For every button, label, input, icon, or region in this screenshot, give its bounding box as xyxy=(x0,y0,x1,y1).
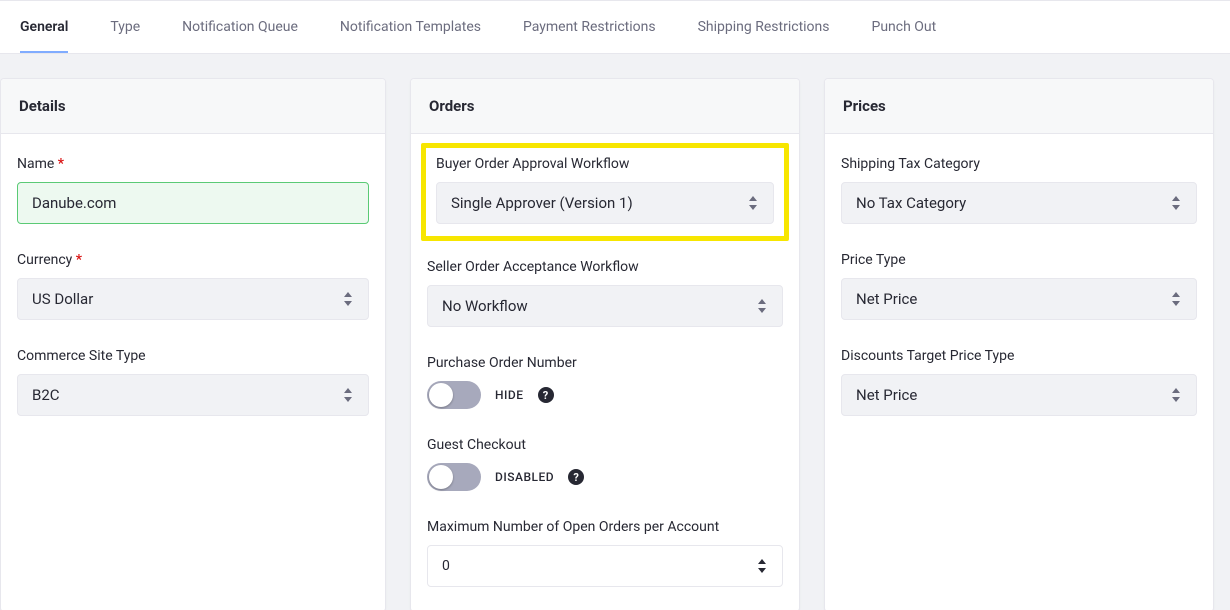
currency-value: US Dollar xyxy=(32,290,93,308)
seller-workflow-select[interactable]: No Workflow xyxy=(427,285,783,327)
po-number-toggle[interactable] xyxy=(427,381,481,409)
seller-workflow-label: Seller Order Acceptance Workflow xyxy=(427,259,783,275)
po-number-label: Purchase Order Number xyxy=(427,355,783,371)
price-type-label: Price Type xyxy=(841,252,1197,268)
name-label: Name xyxy=(17,156,369,172)
max-open-orders-value: 0 xyxy=(442,558,450,574)
buyer-workflow-value: Single Approver (Version 1) xyxy=(451,194,633,212)
tab-notification-queue[interactable]: Notification Queue xyxy=(182,1,298,53)
guest-checkout-toggle[interactable] xyxy=(427,463,481,491)
max-open-orders-stepper[interactable]: 0 xyxy=(427,545,783,587)
select-arrows-icon xyxy=(344,388,354,402)
tab-punch-out[interactable]: Punch Out xyxy=(872,1,937,53)
buyer-workflow-label: Buyer Order Approval Workflow xyxy=(436,156,774,172)
shipping-tax-select[interactable]: No Tax Category xyxy=(841,182,1197,224)
prices-panel: Prices Shipping Tax Category No Tax Cate… xyxy=(824,78,1214,610)
stepper-arrows-icon xyxy=(758,559,768,573)
orders-panel: Orders Buyer Order Approval Workflow Sin… xyxy=(410,78,800,610)
name-value: Danube.com xyxy=(32,194,116,212)
price-type-value: Net Price xyxy=(856,290,917,308)
buyer-workflow-highlight: Buyer Order Approval Workflow Single App… xyxy=(421,143,789,241)
tab-type[interactable]: Type xyxy=(110,1,140,53)
tab-payment-restrictions[interactable]: Payment Restrictions xyxy=(523,1,656,53)
tab-bar: General Type Notification Queue Notifica… xyxy=(0,0,1230,54)
tab-notification-templates[interactable]: Notification Templates xyxy=(340,1,481,53)
price-type-select[interactable]: Net Price xyxy=(841,278,1197,320)
details-title: Details xyxy=(1,79,385,134)
select-arrows-icon xyxy=(1172,292,1182,306)
select-arrows-icon xyxy=(758,299,768,313)
site-type-select[interactable]: B2C xyxy=(17,374,369,416)
discounts-target-select[interactable]: Net Price xyxy=(841,374,1197,416)
discounts-target-value: Net Price xyxy=(856,386,917,404)
guest-checkout-label: Guest Checkout xyxy=(427,437,783,453)
currency-select[interactable]: US Dollar xyxy=(17,278,369,320)
discounts-target-label: Discounts Target Price Type xyxy=(841,348,1197,364)
shipping-tax-label: Shipping Tax Category xyxy=(841,156,1197,172)
guest-checkout-state: DISABLED xyxy=(495,470,554,484)
max-open-orders-label: Maximum Number of Open Orders per Accoun… xyxy=(427,519,783,535)
select-arrows-icon xyxy=(749,196,759,210)
site-type-value: B2C xyxy=(32,386,60,404)
help-icon[interactable]: ? xyxy=(568,469,584,485)
name-input[interactable]: Danube.com xyxy=(17,182,369,224)
details-panel: Details Name Danube.com Currency US Doll… xyxy=(0,78,386,610)
help-icon[interactable]: ? xyxy=(538,387,554,403)
seller-workflow-value: No Workflow xyxy=(442,297,528,315)
currency-label: Currency xyxy=(17,252,369,268)
buyer-workflow-select[interactable]: Single Approver (Version 1) xyxy=(436,182,774,224)
shipping-tax-value: No Tax Category xyxy=(856,194,966,212)
tab-shipping-restrictions[interactable]: Shipping Restrictions xyxy=(698,1,830,53)
prices-title: Prices xyxy=(825,79,1213,134)
select-arrows-icon xyxy=(344,292,354,306)
tab-general[interactable]: General xyxy=(20,1,68,53)
site-type-label: Commerce Site Type xyxy=(17,348,369,364)
select-arrows-icon xyxy=(1172,196,1182,210)
orders-title: Orders xyxy=(411,79,799,134)
select-arrows-icon xyxy=(1172,388,1182,402)
po-number-state: HIDE xyxy=(495,388,524,402)
